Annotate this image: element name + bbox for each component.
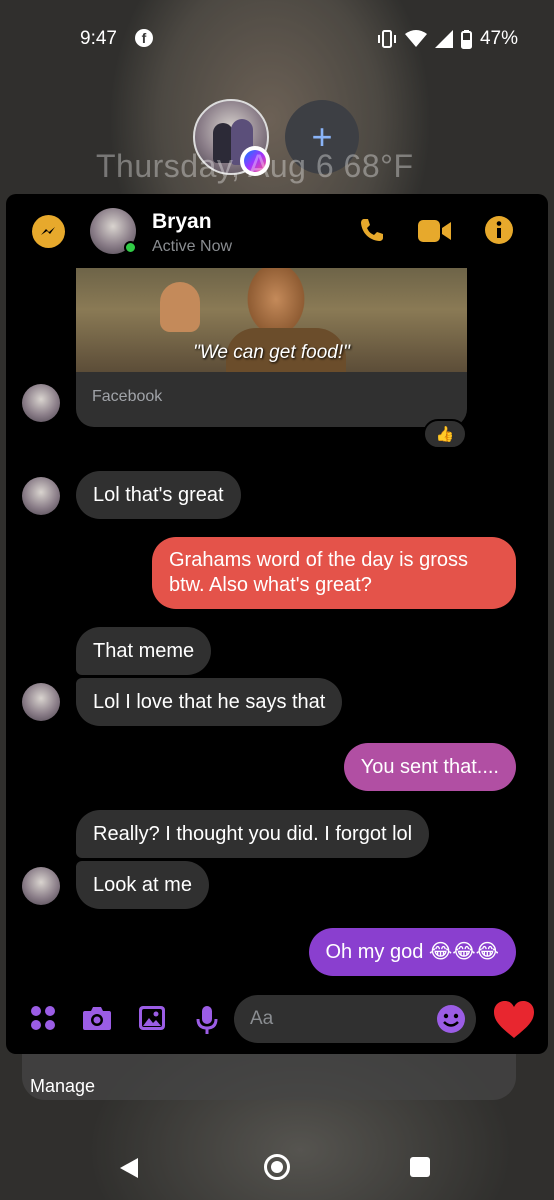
chat-panel: Bryan Active Now "We can get food!" Face…	[6, 194, 548, 1054]
phone-call-icon[interactable]	[358, 216, 386, 244]
card-source: Facebook	[92, 388, 163, 405]
active-status-dot	[124, 241, 137, 254]
sender-avatar[interactable]	[22, 384, 60, 422]
status-time: 9:47	[80, 28, 117, 49]
message-bubble-out[interactable]: Grahams word of the day is gross btw. Al…	[152, 537, 516, 609]
facebook-notification-icon: f	[135, 29, 153, 47]
manage-button[interactable]: Manage	[30, 1076, 95, 1097]
message-bubble-in[interactable]: Really? I thought you did. I forgot lol	[76, 810, 430, 858]
message-bubble-in[interactable]: That meme	[76, 627, 212, 675]
message-list[interactable]: "We can get food!" Facebook 👍 Lol that's…	[6, 268, 548, 988]
meme-image: "We can get food!"	[76, 268, 467, 372]
video-call-icon[interactable]	[418, 220, 452, 242]
heart-send-icon[interactable]	[492, 1000, 536, 1040]
message-bubble-in[interactable]: Look at me	[76, 861, 209, 909]
wifi-icon	[404, 30, 427, 47]
status-right: 47%	[377, 28, 518, 50]
composer-bar	[6, 988, 548, 1054]
vibrate-icon	[377, 30, 396, 48]
recents-icon[interactable]	[410, 1157, 430, 1177]
search-widget[interactable]	[22, 1054, 516, 1100]
info-icon[interactable]	[485, 216, 513, 244]
back-icon[interactable]	[118, 1156, 140, 1180]
sender-avatar[interactable]	[22, 683, 60, 721]
contact-status: Active Now	[152, 238, 233, 255]
message-bubble-in[interactable]: Lol I love that he says that	[76, 678, 343, 726]
meme-caption: "We can get food!"	[193, 342, 350, 363]
sender-avatar[interactable]	[22, 477, 60, 515]
emoji-icon[interactable]	[436, 1004, 466, 1034]
message-bubble-out[interactable]: You sent that....	[343, 743, 516, 791]
more-actions-icon[interactable]	[30, 1005, 56, 1031]
sender-avatar[interactable]	[22, 867, 60, 905]
signal-icon	[434, 30, 453, 48]
battery-percent: 47%	[479, 28, 518, 49]
status-bar: 9:47 f 47%	[0, 0, 554, 78]
message-bubble-in[interactable]: Lol that's great	[76, 471, 241, 519]
gallery-icon[interactable]	[138, 1005, 166, 1031]
camera-icon[interactable]	[82, 1005, 112, 1031]
shared-link-card[interactable]: "We can get food!" Facebook	[76, 268, 467, 427]
home-icon[interactable]	[264, 1154, 290, 1180]
message-bubble-out[interactable]: Oh my god 😂😂😂	[308, 928, 516, 976]
contact-name[interactable]: Bryan	[152, 210, 212, 234]
microphone-icon[interactable]	[196, 1005, 218, 1035]
messenger-logo-icon[interactable]	[32, 215, 65, 248]
battery-icon	[460, 29, 472, 49]
chat-header: Bryan Active Now	[6, 194, 548, 268]
thumbs-up-reaction[interactable]: 👍	[423, 419, 467, 449]
lockscreen-date-weather: Thursday, Aug 6 68°F	[96, 148, 414, 184]
